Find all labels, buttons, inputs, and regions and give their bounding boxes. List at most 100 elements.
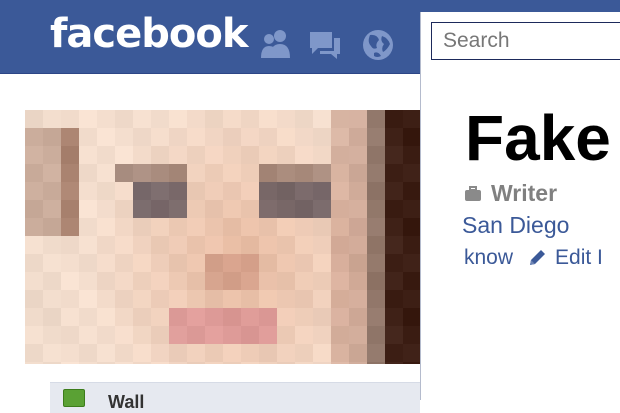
photo-pixel: [259, 236, 277, 254]
photo-pixel: [241, 200, 259, 218]
photo-pixel: [151, 362, 169, 364]
photo-pixel: [169, 254, 187, 272]
photo-pixel: [259, 128, 277, 146]
photo-pixel: [349, 110, 367, 128]
photo-pixel: [205, 200, 223, 218]
photo-pixel: [241, 110, 259, 128]
photo-pixel: [385, 146, 403, 164]
photo-pixel: [79, 110, 97, 128]
photo-pixel: [277, 236, 295, 254]
photo-pixel: [151, 164, 169, 182]
edit-info-link[interactable]: Edit I: [555, 246, 603, 270]
photo-pixel: [115, 362, 133, 364]
photo-pixel: [151, 344, 169, 362]
friend-requests-icon[interactable]: [258, 26, 294, 62]
photo-pixel: [331, 146, 349, 164]
photo-pixel: [349, 326, 367, 344]
photo-pixel: [61, 254, 79, 272]
photo-pixel: [25, 236, 43, 254]
photo-pixel: [331, 308, 349, 326]
photo-pixel: [115, 182, 133, 200]
photo-pixel: [115, 272, 133, 290]
photo-pixel: [187, 344, 205, 362]
profile-name: Fake: [465, 102, 611, 174]
photo-pixel: [61, 146, 79, 164]
photo-pixel: [295, 308, 313, 326]
photo-pixel: [79, 362, 97, 364]
photo-pixel: [403, 164, 420, 182]
photo-pixel: [403, 128, 420, 146]
photo-pixel: [205, 272, 223, 290]
photo-pixel: [277, 290, 295, 308]
photo-pixel: [115, 326, 133, 344]
photo-pixel: [79, 236, 97, 254]
facebook-logo[interactable]: facebook: [50, 14, 248, 54]
photo-pixel: [151, 200, 169, 218]
photo-pixel: [169, 164, 187, 182]
photo-pixel: [97, 218, 115, 236]
messages-icon[interactable]: [306, 26, 342, 62]
photo-pixel: [241, 146, 259, 164]
photo-pixel: [367, 326, 385, 344]
photo-pixel: [133, 218, 151, 236]
photo-pixel: [25, 164, 43, 182]
photo-pixel: [79, 344, 97, 362]
photo-pixel: [241, 182, 259, 200]
photo-pixel: [367, 146, 385, 164]
photo-pixel: [403, 362, 420, 364]
photo-pixel: [79, 146, 97, 164]
photo-pixel: [277, 200, 295, 218]
photo-pixel: [169, 308, 187, 326]
photo-pixel: [25, 146, 43, 164]
photo-pixel: [349, 164, 367, 182]
photo-pixel: [169, 128, 187, 146]
know-link[interactable]: know: [464, 246, 513, 270]
photo-pixel: [223, 326, 241, 344]
photo-pixel: [61, 110, 79, 128]
photo-pixel: [169, 344, 187, 362]
photo-pixel: [61, 182, 79, 200]
photo-pixel: [367, 182, 385, 200]
photo-pixel: [97, 254, 115, 272]
photo-pixel: [187, 254, 205, 272]
photo-pixel: [151, 326, 169, 344]
photo-pixel: [133, 326, 151, 344]
photo-pixel: [115, 128, 133, 146]
photo-pixel: [43, 272, 61, 290]
profile-picture[interactable]: [25, 110, 420, 364]
wall-nav-item[interactable]: Wall: [50, 382, 420, 413]
photo-pixel: [331, 362, 349, 364]
photo-pixel: [25, 110, 43, 128]
photo-pixel: [331, 344, 349, 362]
photo-pixel: [97, 164, 115, 182]
location-link[interactable]: San Diego: [462, 212, 569, 239]
photo-pixel: [385, 326, 403, 344]
photo-pixel: [277, 254, 295, 272]
photo-pixel: [367, 200, 385, 218]
photo-pixel: [295, 326, 313, 344]
wall-label: Wall: [108, 392, 145, 412]
search-input[interactable]: [432, 23, 620, 59]
photo-pixel: [151, 272, 169, 290]
photo-pixel: [61, 362, 79, 364]
photo-pixel: [169, 182, 187, 200]
photo-pixel: [277, 164, 295, 182]
photo-pixel: [205, 182, 223, 200]
photo-pixel: [241, 308, 259, 326]
photo-pixel: [331, 110, 349, 128]
photo-pixel: [403, 182, 420, 200]
profile-info-column: Fake: [420, 12, 620, 400]
photo-pixel: [187, 146, 205, 164]
photo-pixel: [205, 110, 223, 128]
photo-pixel: [205, 308, 223, 326]
notifications-globe-icon[interactable]: [361, 26, 397, 62]
photo-pixel: [313, 200, 331, 218]
photo-pixel: [25, 308, 43, 326]
photo-pixel: [403, 254, 420, 272]
photo-pixel: [385, 290, 403, 308]
photo-pixel: [151, 128, 169, 146]
photo-pixel: [133, 146, 151, 164]
search-box[interactable]: [431, 22, 620, 60]
photo-pixel: [313, 290, 331, 308]
photo-pixel: [151, 236, 169, 254]
